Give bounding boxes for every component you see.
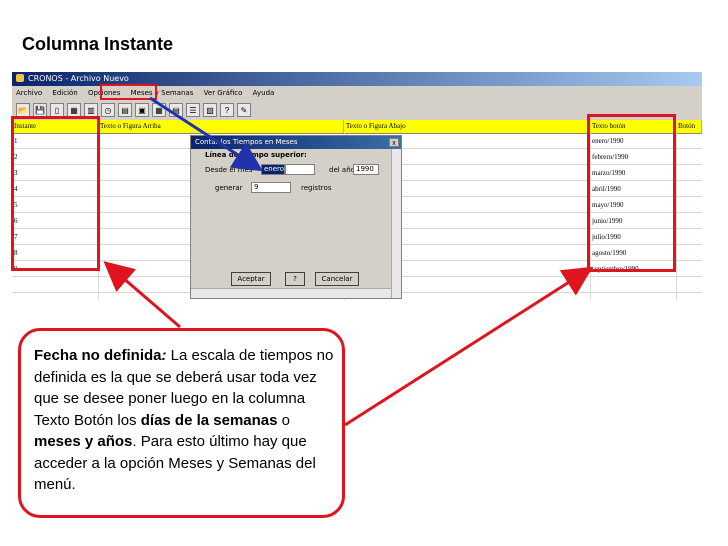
callout-text: Fecha no definida: La escala de tiempos … bbox=[34, 345, 339, 496]
arrow-to-instante bbox=[103, 261, 181, 329]
callout-box: Fecha no definida: La escala de tiempos … bbox=[18, 328, 345, 518]
callout-bold-2: meses y años bbox=[34, 433, 133, 450]
arrow-menu-to-dialog bbox=[149, 96, 264, 172]
callout-text-2: o bbox=[277, 411, 290, 429]
callout-bold-1: días de la semanas bbox=[140, 411, 278, 429]
arrow-to-texto-boton bbox=[344, 266, 594, 427]
callout-term: Fecha no definida bbox=[34, 347, 162, 364]
